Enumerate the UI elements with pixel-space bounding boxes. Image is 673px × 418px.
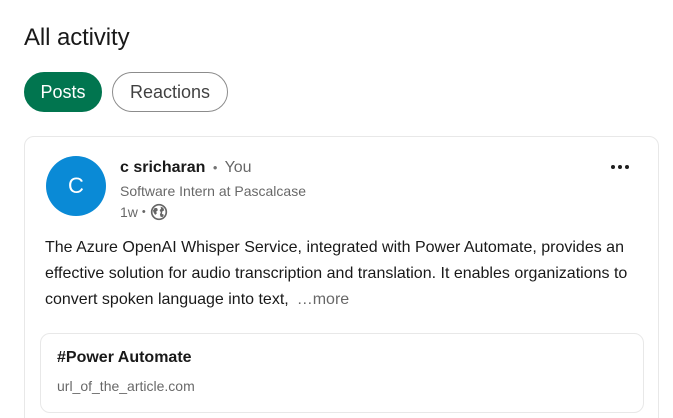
article-preview[interactable]: #Power Automate url_of_the_article.com [40,333,644,413]
more-dot [625,165,629,169]
reactions-filter-button[interactable]: Reactions [112,72,228,112]
globe-icon [150,203,168,221]
author-degree-label: You [224,159,252,176]
post-timestamp: 1w [120,204,138,220]
see-more-link[interactable]: …more [297,291,349,308]
post-card: C c sricharan • You Software Intern at P… [24,136,659,418]
author-separator: • [212,160,218,175]
author-headline: Software Intern at Pascalcase [120,183,306,199]
article-title: #Power Automate [57,349,192,366]
activity-page: All activity Posts Reactions C c srichar… [0,0,673,418]
author-line: c sricharan • You [120,159,252,177]
more-options-icon[interactable] [608,159,632,175]
more-dot [618,165,622,169]
post-meta: 1w • [120,203,168,221]
more-dot [611,165,615,169]
meta-separator: • [141,206,146,218]
posts-filter-button[interactable]: Posts [24,72,102,112]
page-title: All activity [24,24,130,51]
article-url: url_of_the_article.com [57,378,195,394]
author-name[interactable]: c sricharan [120,159,205,176]
avatar[interactable]: C [46,156,106,216]
post-body: The Azure OpenAI Whisper Service, integr… [45,235,635,313]
